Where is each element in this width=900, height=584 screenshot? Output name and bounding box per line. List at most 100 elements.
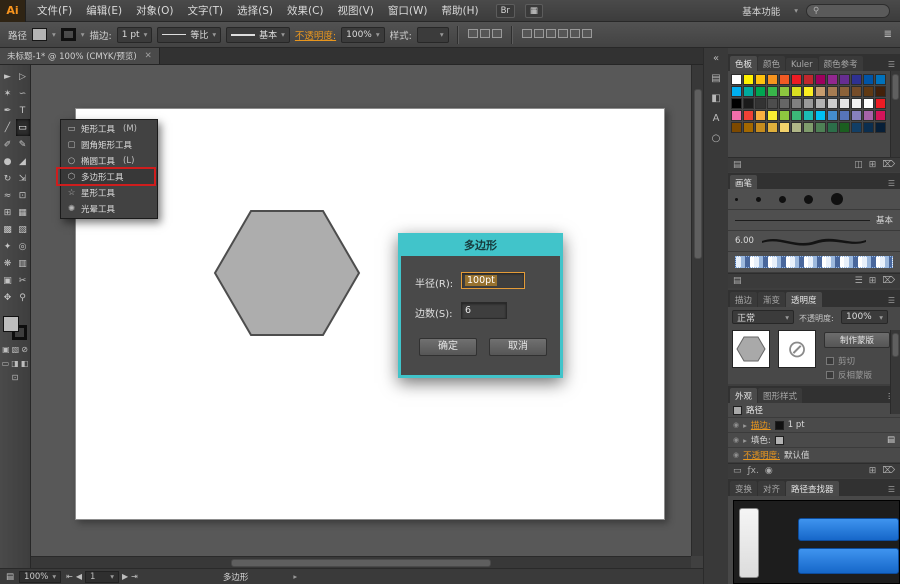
color-swatch[interactable]	[755, 122, 766, 133]
color-swatch[interactable]	[863, 122, 874, 133]
panel-menu-icon[interactable]: ☰	[888, 296, 898, 307]
color-swatch[interactable]	[755, 86, 766, 97]
tab-渐变[interactable]: 渐变	[758, 292, 786, 307]
rotate-tool[interactable]: ↻	[1, 170, 15, 187]
color-swatch[interactable]	[791, 74, 802, 85]
color-swatch[interactable]	[767, 122, 778, 133]
color-swatch[interactable]	[875, 74, 886, 85]
clip-checkbox[interactable]: 剪切	[826, 355, 855, 367]
menu-item[interactable]: 效果(C)	[280, 0, 331, 22]
rounded-rectangle-tool[interactable]: ▢ 圆角矩形工具	[61, 137, 157, 153]
brush-row-charcoal[interactable]: 6.00	[728, 231, 900, 252]
selection-tool[interactable]: ►	[1, 68, 15, 85]
color-swatch[interactable]	[827, 74, 838, 85]
artboard-number-input[interactable]: 1 ▾	[84, 570, 119, 583]
appearance-row-opacity[interactable]: ◉ 不透明度: 默认值	[728, 448, 900, 463]
appearance-row-stroke[interactable]: ◉ ▸ 描边: 1 pt	[728, 418, 900, 433]
color-swatch[interactable]	[875, 110, 886, 121]
color-swatch[interactable]	[731, 110, 742, 121]
appearance-row-fill[interactable]: ◉ ▸ 填色: ▤	[728, 433, 900, 448]
color-swatch[interactable]	[803, 122, 814, 133]
tab-描边[interactable]: 描边	[730, 292, 758, 307]
make-mask-button[interactable]: 制作蒙版	[824, 332, 890, 348]
color-swatch[interactable]	[851, 98, 862, 109]
first-artboard-icon[interactable]: ⇤	[66, 572, 73, 581]
hexagon-shape[interactable]	[210, 200, 364, 346]
color-swatch[interactable]	[851, 74, 862, 85]
color-swatch[interactable]	[851, 122, 862, 133]
stroke-panel-icon[interactable]: ○	[704, 128, 728, 148]
color-swatch[interactable]	[839, 86, 850, 97]
fx-icon[interactable]: ƒx.	[748, 466, 759, 476]
color-swatch[interactable]	[743, 110, 754, 121]
blob-brush-tool[interactable]: ●	[1, 153, 15, 170]
chevron-right-icon[interactable]: ▸	[743, 436, 747, 445]
color-swatch[interactable]	[827, 98, 838, 109]
color-swatch[interactable]	[875, 98, 886, 109]
tab-外观[interactable]: 外观	[730, 388, 758, 403]
delete-item-icon[interactable]: ⌦	[882, 466, 895, 476]
new-stroke-icon[interactable]: ▭	[733, 466, 742, 476]
free-transform-tool[interactable]: ⊡	[16, 187, 30, 204]
menu-item[interactable]: 对象(O)	[129, 0, 180, 22]
menu-item[interactable]: 帮助(H)	[435, 0, 486, 22]
color-swatch[interactable]	[779, 86, 790, 97]
delete-swatch-icon[interactable]: ⌦	[882, 160, 895, 170]
character-panel-icon[interactable]: A	[704, 108, 728, 128]
tab-图形样式[interactable]: 图形样式	[758, 388, 803, 403]
color-swatch[interactable]	[731, 122, 742, 133]
color-swatch[interactable]	[791, 86, 802, 97]
tab-色板[interactable]: 色板	[730, 56, 758, 71]
brush-row-pattern[interactable]	[728, 252, 900, 273]
duplicate-icon[interactable]: ◉	[765, 466, 773, 476]
zoom-select[interactable]: 100% ▾	[19, 570, 62, 583]
prev-artboard-icon[interactable]: ◀	[76, 572, 82, 581]
color-swatch[interactable]	[839, 122, 850, 133]
vertical-scrollbar[interactable]	[691, 65, 703, 556]
color-swatch[interactable]	[743, 122, 754, 133]
ok-button[interactable]: 确定	[419, 338, 477, 356]
menu-item[interactable]: 文件(F)	[30, 0, 79, 22]
brush-menu-icon[interactable]: ☰	[855, 276, 863, 286]
artboard-nav-icon[interactable]: ▤	[6, 572, 14, 582]
mask-thumbnail[interactable]: ⊘	[778, 330, 816, 368]
tab-画笔[interactable]: 画笔	[730, 175, 758, 190]
popup-button-top[interactable]	[798, 518, 899, 541]
next-artboard-icon[interactable]: ▶	[122, 572, 128, 581]
color-swatch[interactable]	[731, 86, 742, 97]
last-artboard-icon[interactable]: ⇥	[131, 572, 138, 581]
symbol-sprayer-tool[interactable]: ❋	[1, 255, 15, 272]
color-swatch[interactable]	[731, 74, 742, 85]
type-tool[interactable]: T	[16, 102, 30, 119]
artboard[interactable]	[75, 108, 665, 520]
paintbrush-tool[interactable]: ✐	[1, 136, 15, 153]
color-swatch[interactable]	[755, 74, 766, 85]
eye-icon[interactable]: ◉	[733, 436, 739, 444]
color-swatch[interactable]	[743, 74, 754, 85]
fill-chip[interactable]	[774, 435, 784, 445]
color-swatch[interactable]	[791, 110, 802, 121]
tab-颜色参考[interactable]: 颜色参考	[818, 56, 863, 71]
eyedropper-tool[interactable]: ✦	[1, 238, 15, 255]
color-swatch[interactable]	[803, 98, 814, 109]
color-swatch[interactable]	[863, 74, 874, 85]
color-swatch[interactable]	[767, 86, 778, 97]
tab-路径查找器[interactable]: 路径查找器	[786, 481, 839, 496]
panel-list-icon[interactable]: ≣	[884, 29, 892, 40]
drawing-mode-buttons[interactable]: ▭ ◨ ◧	[0, 359, 30, 368]
star-tool[interactable]: ☆ 星形工具	[61, 185, 157, 201]
brush-definition-combo[interactable]: 基本 ▾	[226, 26, 290, 43]
new-item-icon[interactable]: ⊞	[869, 466, 877, 476]
panel-menu-icon[interactable]: ☰	[888, 60, 898, 71]
tab-变换[interactable]: 变换	[730, 481, 758, 496]
status-menu-icon[interactable]: ▸	[293, 572, 297, 581]
search-input[interactable]: ⚲	[806, 3, 890, 18]
zoom-tool[interactable]: ⚲	[16, 289, 30, 306]
blend-tool[interactable]: ◎	[16, 238, 30, 255]
color-swatch[interactable]	[767, 110, 778, 121]
mesh-tool[interactable]: ▩	[1, 221, 15, 238]
color-swatch[interactable]	[743, 98, 754, 109]
invert-mask-checkbox[interactable]: 反相蒙版	[826, 369, 872, 381]
fill-swatch[interactable]	[32, 28, 48, 41]
perspective-grid-tool[interactable]: ▦	[16, 204, 30, 221]
